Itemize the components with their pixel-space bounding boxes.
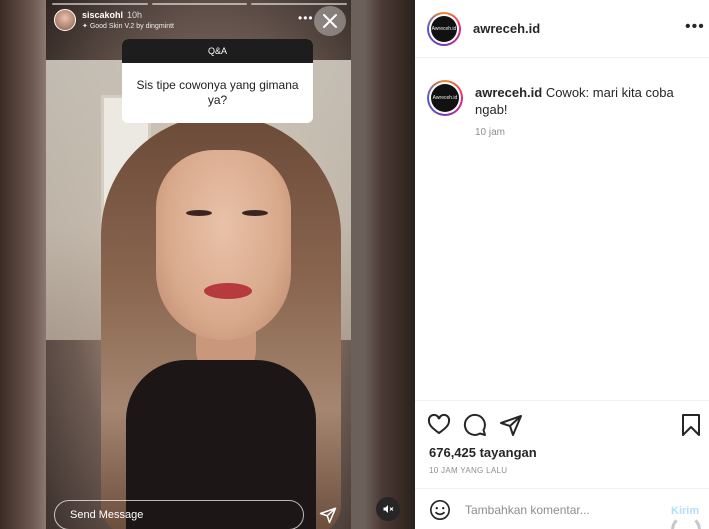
view-count[interactable]: 676,425 tayangan	[429, 445, 537, 460]
story-header: siscakohl 10h ✦ Good Skin V.2 by dingmint…	[54, 9, 174, 33]
more-options-icon[interactable]: •••	[685, 18, 705, 36]
comment-bar: Tambahkan komentar... Kirim	[415, 488, 709, 529]
story-eye-right	[242, 210, 268, 216]
send-icon[interactable]	[319, 506, 337, 524]
caption-username[interactable]: awreceh.id	[475, 85, 542, 100]
story-time: 10h	[127, 10, 143, 20]
post-sidebar: Awreceh.id awreceh.id ••• Awreceh.id awr…	[415, 0, 709, 529]
story-face	[156, 150, 291, 340]
qa-title: Q&A	[122, 39, 313, 63]
story-eye-left	[186, 210, 212, 216]
qa-question: Sis tipe cowonya yang gimana ya?	[136, 78, 299, 107]
close-icon	[323, 14, 337, 28]
mute-icon	[383, 505, 394, 513]
story-username[interactable]: siscakohl	[82, 10, 123, 20]
caption-avatar[interactable]: Awreceh.id	[427, 80, 463, 116]
avatar-logo-text: Awreceh.id	[431, 84, 459, 112]
post-caption: awreceh.id Cowok: mari kita coba ngab!	[475, 84, 695, 118]
account-name[interactable]: awreceh.id	[473, 21, 540, 36]
send-message-input[interactable]: Send Message	[54, 500, 304, 529]
sparkle-icon: ✦	[82, 23, 90, 30]
posted-time[interactable]: 10 JAM YANG LALU	[429, 466, 507, 475]
emoji-icon[interactable]	[429, 499, 451, 521]
share-button[interactable]	[499, 413, 523, 437]
comment-button[interactable]	[463, 413, 487, 437]
heart-icon	[427, 413, 451, 435]
comment-icon	[463, 413, 486, 436]
qa-sticker: Q&A Sis tipe cowonya yang gimana ya?	[122, 39, 313, 123]
story-filter[interactable]: Good Skin V.2 by dingmintt	[90, 23, 174, 30]
caption-time[interactable]: 10 jam	[475, 127, 505, 138]
story-progress	[52, 3, 348, 5]
story-more-icon[interactable]: •••	[298, 11, 314, 25]
bookmark-icon	[682, 414, 700, 436]
story-avatar[interactable]	[54, 9, 76, 31]
account-avatar[interactable]: Awreceh.id	[427, 12, 461, 46]
progress-segment	[251, 3, 348, 5]
like-button[interactable]	[427, 413, 451, 437]
save-button[interactable]	[679, 413, 703, 437]
share-icon	[500, 415, 522, 436]
avatar-logo-text: Awreceh.id	[431, 16, 457, 42]
post-header: Awreceh.id awreceh.id •••	[415, 0, 709, 58]
post-actions: 676,425 tayangan 10 JAM YANG LALU	[415, 400, 709, 490]
progress-segment	[151, 3, 248, 5]
progress-segment	[52, 3, 148, 5]
loading-spinner	[671, 515, 701, 529]
close-button[interactable]	[314, 6, 346, 36]
story-media-pane: siscakohl 10h ✦ Good Skin V.2 by dingmint…	[0, 0, 415, 529]
story-lips	[204, 283, 252, 299]
mute-button[interactable]	[376, 497, 400, 521]
comment-input[interactable]: Tambahkan komentar...	[465, 503, 590, 517]
